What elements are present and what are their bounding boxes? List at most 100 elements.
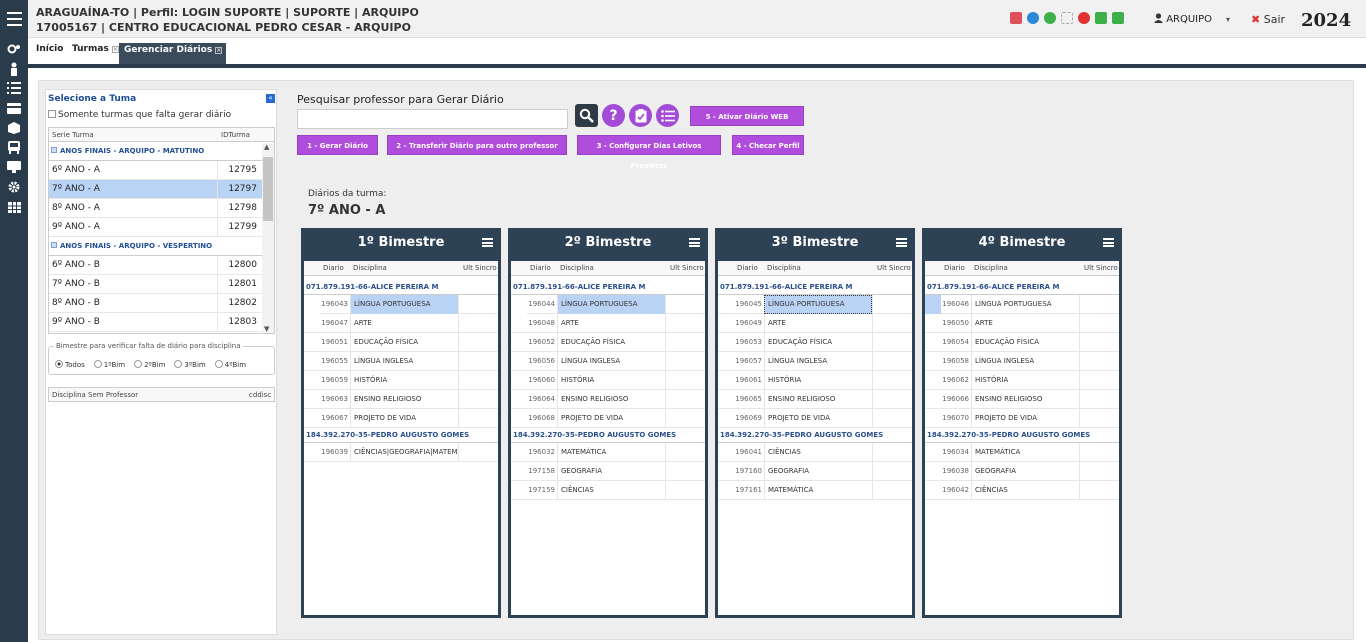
diario-row[interactable]: 196039CIÊNCIAS|GEOGRAFIA|MATEMÁTICA (304, 443, 498, 462)
row-selector[interactable] (925, 352, 941, 371)
tab-close-icon[interactable]: × (215, 47, 223, 54)
row-selector[interactable] (718, 481, 734, 500)
tab-gerenciar-diarios[interactable]: Gerenciar Diários × (119, 43, 227, 64)
turma-row[interactable]: 9º ANO - B 12803 (49, 313, 274, 332)
radio-icon[interactable] (93, 360, 102, 368)
card-icon[interactable] (6, 101, 22, 115)
row-selector[interactable] (511, 481, 527, 500)
diario-row[interactable]: 196051 EDUCAÇÃO FÍSICA (304, 333, 498, 352)
row-selector[interactable] (511, 462, 527, 481)
diario-row[interactable]: 196064 ENSINO RELIGIOSO (511, 390, 705, 409)
row-selector[interactable] (511, 333, 527, 352)
turma-row[interactable]: 7º ANO - B 12801 (49, 275, 274, 294)
search-input[interactable] (297, 109, 568, 129)
diario-row[interactable]: 196041 CIÊNCIAS (718, 443, 912, 462)
hamburger-menu-icon[interactable] (482, 238, 493, 247)
professor-group[interactable]: 071.879.191-66-ALICE PEREIRA M (304, 280, 498, 295)
row-selector[interactable] (718, 352, 734, 371)
radio-icon[interactable] (174, 360, 183, 368)
bimestre-radio[interactable]: 1ºBim (93, 360, 125, 369)
col-diario-header[interactable]: Diario (944, 264, 965, 272)
diario-row[interactable]: 196060 HISTÓRIA (511, 371, 705, 390)
diario-row[interactable]: 196046 LÍNGUA PORTUGUESA (925, 295, 1119, 314)
print-icon[interactable] (1095, 12, 1107, 24)
diario-row[interactable]: 196048 ARTE (511, 314, 705, 333)
row-selector[interactable] (511, 314, 527, 333)
hamburger-menu-icon[interactable] (896, 238, 907, 247)
col-id-header[interactable]: IDTurma (221, 131, 250, 139)
row-selector[interactable] (925, 295, 941, 314)
turma-row[interactable]: 9º ANO - A 12799 (49, 218, 274, 237)
hamburger-menu-icon[interactable] (1103, 238, 1114, 247)
tab-inicio[interactable]: Início (36, 44, 63, 54)
professor-group[interactable]: 071.879.191-66-ALICE PEREIRA M (718, 280, 912, 295)
diario-row[interactable]: 196062 HISTÓRIA (925, 371, 1119, 390)
list-icon[interactable] (6, 81, 22, 95)
turma-row[interactable]: 6º ANO - A 12795 (49, 161, 274, 180)
chat-icon[interactable] (1044, 12, 1056, 24)
radio-icon[interactable] (134, 360, 143, 368)
turma-row[interactable]: 7º ANO - A 12797 (49, 180, 274, 199)
turma-group[interactable]: ANOS INICIAIS - 1º AO 5º - ARQUIPO - MAT… (49, 332, 274, 333)
col-sinc-header[interactable]: Ult Sincro (877, 264, 911, 272)
checkbox-icon[interactable] (48, 110, 56, 118)
row-selector[interactable] (925, 390, 941, 409)
row-selector[interactable] (925, 462, 941, 481)
professor-group[interactable]: 184.392.270-35-PEDRO AUGUSTO GOMES (304, 428, 498, 443)
row-selector[interactable] (304, 390, 320, 409)
menu-icon[interactable] (0, 0, 28, 38)
professor-group[interactable]: 184.392.270-35-PEDRO AUGUSTO GOMES (718, 428, 912, 443)
row-selector[interactable] (511, 295, 527, 314)
diario-row[interactable]: 196050 ARTE (925, 314, 1119, 333)
diario-row[interactable]: 196059 HISTÓRIA (304, 371, 498, 390)
help-button[interactable]: ? (602, 104, 625, 127)
box-icon[interactable] (6, 121, 22, 135)
diario-row[interactable]: 196053 EDUCAÇÃO FÍSICA (718, 333, 912, 352)
col-sinc-header[interactable]: Ult Sincro (1084, 264, 1118, 272)
col-sinc-header[interactable]: Ult Sincro (463, 264, 497, 272)
diario-row[interactable]: 196065 ENSINO RELIGIOSO (718, 390, 912, 409)
fullscreen-icon[interactable] (1061, 12, 1073, 24)
row-selector[interactable] (718, 333, 734, 352)
hamburger-menu-icon[interactable] (689, 238, 700, 247)
diario-row[interactable]: 196052 EDUCAÇÃO FÍSICA (511, 333, 705, 352)
checar-perfil-button[interactable]: 4 - Checar Perfil (732, 135, 804, 155)
diario-row[interactable]: 196058 LÍNGUA INGLESA (925, 352, 1119, 371)
ativar-diario-web-button[interactable]: 5 - Ativar Diário WEB (690, 106, 804, 126)
turma-group[interactable]: ANOS FINAIS - ARQUIPO - MATUTINO (49, 142, 274, 161)
configurar-dias-button[interactable]: 3 - Configurar Dias Letivos Previstos (577, 135, 721, 170)
col-sinc-header[interactable]: Ult Sincro (670, 264, 704, 272)
diario-row[interactable]: 196034 MATEMÁTICA (925, 443, 1119, 462)
diario-row[interactable]: 196067 PROJETO DE VIDA (304, 409, 498, 428)
row-selector[interactable] (304, 371, 320, 390)
row-selector[interactable] (304, 295, 320, 314)
diario-row[interactable]: 196063 ENSINO RELIGIOSO (304, 390, 498, 409)
col-disciplina-header[interactable]: Disciplina (974, 264, 1008, 272)
diario-row[interactable]: 196043 LÍNGUA PORTUGUESA (304, 295, 498, 314)
diario-row[interactable]: 196069 PROJETO DE VIDA (718, 409, 912, 428)
row-selector[interactable] (718, 409, 734, 428)
row-selector[interactable] (718, 371, 734, 390)
diario-row[interactable]: 196045 LÍNGUA PORTUGUESA (718, 295, 912, 314)
turma-row[interactable]: 8º ANO - A 12798 (49, 199, 274, 218)
professor-group[interactable]: 071.879.191-66-ALICE PEREIRA M (925, 280, 1119, 295)
diario-row[interactable]: 196057 LÍNGUA INGLESA (718, 352, 912, 371)
search-button[interactable] (575, 104, 598, 127)
diario-row[interactable]: 196055 LÍNGUA INGLESA (304, 352, 498, 371)
diario-row[interactable]: 196032 MATEMÁTICA (511, 443, 705, 462)
row-selector[interactable] (925, 314, 941, 333)
user-menu[interactable]: ARQUIPO (1154, 13, 1212, 25)
org-chart-icon[interactable] (1010, 12, 1022, 24)
bimestre-radio[interactable]: 3ºBim (174, 360, 206, 369)
settings-icon[interactable] (6, 180, 22, 194)
transferir-diario-button[interactable]: 2 - Transferir Diário para outro profess… (387, 135, 567, 155)
clipboard-button[interactable] (629, 104, 652, 127)
bimestre-radio[interactable]: 2ºBim (134, 360, 165, 369)
row-selector[interactable] (925, 443, 941, 462)
monitor-icon[interactable] (6, 160, 22, 174)
person-icon[interactable] (6, 62, 22, 76)
diario-row[interactable]: 197161 MATEMÁTICA (718, 481, 912, 500)
collapse-group-icon[interactable] (51, 242, 57, 248)
scroll-up-icon[interactable]: ▲ (264, 143, 269, 151)
radio-icon[interactable] (55, 360, 63, 368)
